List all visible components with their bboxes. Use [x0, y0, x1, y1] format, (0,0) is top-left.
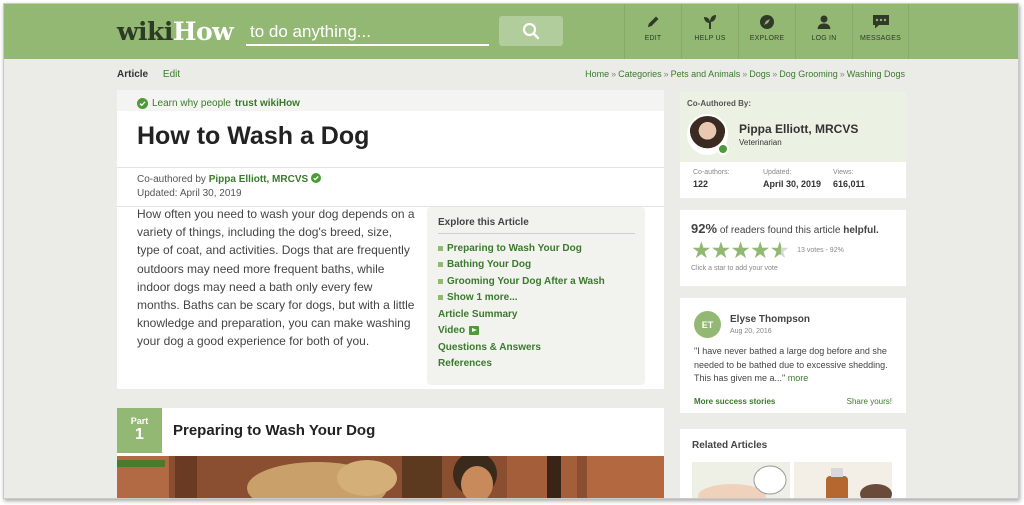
- sprout-icon: [704, 15, 716, 29]
- star-rating: ★ ★ ★ ★ ★ 13 votes - 92%: [691, 239, 906, 262]
- verified-icon: [310, 173, 321, 183]
- search-input[interactable]: [246, 20, 489, 44]
- article-intro: How often you need to wash your dog depe…: [137, 207, 415, 349]
- step-photo: [117, 456, 664, 498]
- star-icon[interactable]: ★: [711, 239, 732, 262]
- share-yours-link[interactable]: Share yours!: [847, 397, 892, 406]
- toc-item[interactable]: Article Summary: [438, 306, 635, 323]
- part-label: Part: [130, 416, 149, 426]
- review-date: Aug 20, 2016: [730, 328, 772, 335]
- breadcrumb-pets[interactable]: Pets and Animals: [671, 69, 741, 79]
- vote-hint: Click a star to add your vote: [691, 265, 778, 272]
- nav-helpus-label: HELP US: [694, 35, 726, 42]
- video-play-icon: [469, 326, 480, 336]
- stat-updated: Updated: April 30, 2019: [763, 169, 822, 189]
- rating-card: 92% of readers found this article helpfu…: [680, 210, 906, 286]
- toc-item[interactable]: Bathing Your Dog: [438, 257, 635, 274]
- part-badge: Part 1: [117, 408, 162, 453]
- toc-item[interactable]: Show 1 more...: [438, 290, 635, 307]
- compass-icon: [760, 15, 774, 29]
- toc-item[interactable]: Grooming Your Dog After a Wash: [438, 273, 635, 290]
- toc-item[interactable]: Preparing to Wash Your Dog: [438, 240, 635, 257]
- part-section: Part 1 Preparing to Wash Your Dog: [117, 408, 664, 498]
- breadcrumb-dogs[interactable]: Dogs: [749, 69, 770, 79]
- more-success-stories-link[interactable]: More success stories: [694, 397, 775, 406]
- breadcrumb-home[interactable]: Home: [585, 69, 609, 79]
- star-icon[interactable]: ★: [750, 239, 771, 262]
- vote-count: 13 votes - 92%: [797, 246, 844, 254]
- wikihow-logo[interactable]: wikiHow: [117, 17, 234, 46]
- coauthored-label: Co-authored by: [137, 174, 206, 185]
- nav-edit[interactable]: EDIT: [624, 4, 681, 59]
- breadcrumb-washing-dogs[interactable]: Washing Dogs: [847, 69, 905, 79]
- stat-coauthors: Co-authors: 122: [693, 169, 730, 189]
- part-title: Preparing to Wash Your Dog: [173, 422, 376, 439]
- user-icon: [817, 15, 831, 29]
- star-icon[interactable]: ★: [730, 239, 751, 262]
- nav-explore[interactable]: EXPLORE: [738, 4, 795, 59]
- tab-article[interactable]: Article: [117, 69, 148, 80]
- trust-link[interactable]: trust wikiHow: [235, 98, 300, 109]
- header-nav: EDIT HELP US EXPLORE LOG IN MESSAGES: [624, 4, 909, 59]
- star-icon[interactable]: ★: [691, 239, 712, 262]
- coauthor-label: Co-Authored By:: [687, 99, 751, 108]
- part-number: 1: [135, 426, 144, 443]
- article-card: Learn why people trust wikiHow How to Wa…: [117, 90, 664, 389]
- chat-icon: [872, 15, 889, 29]
- related-articles-card: Related Articles: [680, 429, 906, 498]
- half-star-icon[interactable]: ★: [770, 239, 791, 262]
- related-thumbnail[interactable]: [794, 462, 892, 498]
- toc-item[interactable]: References: [438, 356, 635, 373]
- coauthor-card: Co-Authored By: Pippa Elliott, MRCVS Vet…: [680, 92, 906, 198]
- search-icon: [522, 22, 540, 40]
- tab-edit[interactable]: Edit: [163, 69, 180, 80]
- bullet-square-icon: [438, 278, 443, 284]
- helpful-percent: 92%: [691, 221, 718, 236]
- nav-edit-label: EDIT: [644, 35, 662, 42]
- verified-check-icon: [717, 143, 729, 155]
- coauthor-name[interactable]: Pippa Elliott, MRCVS: [739, 122, 858, 136]
- article-tabs: Article Edit: [117, 69, 180, 80]
- reviewer-avatar: ET: [694, 311, 721, 338]
- reader-review-card: ET Elyse Thompson Aug 20, 2016 "I have n…: [680, 298, 906, 413]
- search-box: [246, 20, 489, 46]
- nav-log-in[interactable]: LOG IN: [795, 4, 852, 59]
- browser-frame: wikiHow EDIT HELP US EXPLORE LOG IN: [3, 3, 1019, 499]
- nav-messages-label: MESSAGES: [860, 35, 901, 42]
- related-thumbnail[interactable]: [692, 462, 790, 498]
- bullet-square-icon: [438, 262, 443, 268]
- table-of-contents: Explore this Article Preparing to Wash Y…: [427, 207, 645, 385]
- reviewer-name: Elyse Thompson: [730, 314, 811, 325]
- nav-explore-label: EXPLORE: [749, 35, 785, 42]
- trust-text: Learn why people: [152, 97, 231, 109]
- toc-item[interactable]: Video: [438, 323, 635, 340]
- helpful-summary: 92% of readers found this article helpfu…: [691, 221, 879, 236]
- related-heading: Related Articles: [692, 440, 768, 451]
- breadcrumb-dog-grooming[interactable]: Dog Grooming: [779, 69, 838, 79]
- top-bar: wikiHow EDIT HELP US EXPLORE LOG IN: [4, 4, 1018, 59]
- author-link[interactable]: Pippa Elliott, MRCVS: [209, 174, 308, 185]
- nav-login-label: LOG IN: [811, 35, 837, 42]
- bullet-square-icon: [438, 295, 443, 301]
- review-more-link[interactable]: more: [788, 373, 809, 383]
- updated-date: Updated: April 30, 2019: [137, 188, 242, 199]
- pencil-icon: [648, 16, 659, 27]
- page-title: How to Wash a Dog: [137, 122, 370, 150]
- toc-heading: Explore this Article: [438, 217, 635, 234]
- nav-help-us[interactable]: HELP US: [681, 4, 738, 59]
- coauthor-role: Veterinarian: [739, 138, 782, 147]
- breadcrumb: Home» Categories» Pets and Animals» Dogs» Do…: [585, 69, 905, 79]
- breadcrumb-categories[interactable]: Categories: [618, 69, 662, 79]
- bullet-square-icon: [438, 245, 443, 251]
- search-button[interactable]: [499, 16, 563, 46]
- stat-views: Views: 616,011: [833, 169, 866, 189]
- byline: Co-authored by Pippa Elliott, MRCVS Upda…: [117, 168, 664, 206]
- article-stats: Co-authors: 122 Updated: April 30, 2019 Vi…: [680, 162, 906, 189]
- nav-messages[interactable]: MESSAGES: [852, 4, 909, 59]
- review-quote: "I have never bathed a large dog before …: [694, 346, 888, 383]
- check-circle-icon: [137, 97, 148, 109]
- toc-item[interactable]: Questions & Answers: [438, 339, 635, 356]
- trust-banner[interactable]: Learn why people trust wikiHow: [117, 90, 664, 111]
